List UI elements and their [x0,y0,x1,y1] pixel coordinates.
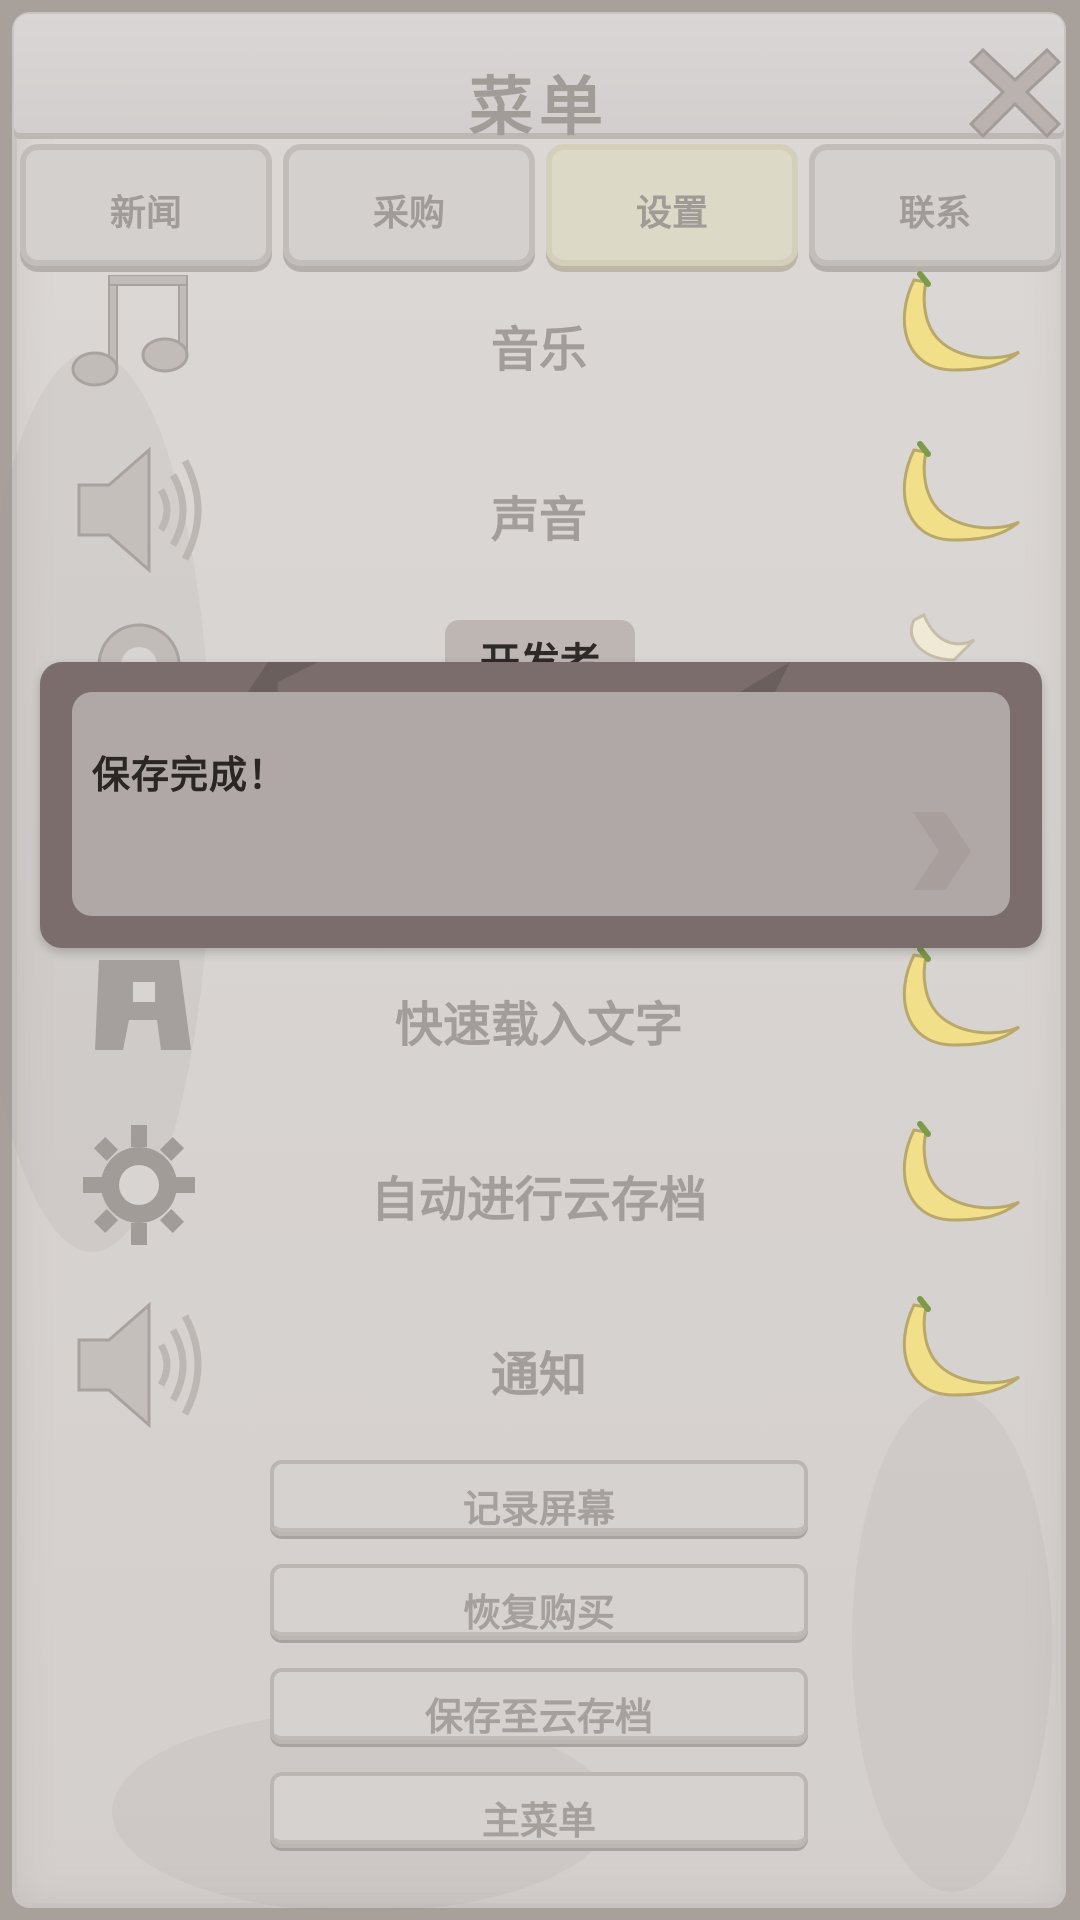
setting-row-quick-text: 快速载入文字 [14,945,1064,1095]
tab-label: 联系 [898,193,971,234]
stone-texture [852,1392,1052,1892]
setting-row-sound: 声音 [14,440,1064,590]
toast-body [72,692,1010,916]
banana-toggle-icon[interactable] [884,270,1024,410]
tab-label: 设置 [635,193,708,234]
tab-bar: 新闻 采购 设置 联系 [14,144,1064,274]
button-label: 保存至云存档 [424,1695,653,1739]
setting-row-auto-cloud: 自动进行云存档 [14,1120,1064,1270]
save-cloud-button[interactable]: 保存至云存档 [270,1668,808,1744]
restore-purchase-button[interactable]: 恢复购买 [270,1564,808,1640]
tab-settings[interactable]: 设置 [546,144,798,266]
button-label: 主菜单 [481,1799,596,1843]
main-menu-button[interactable]: 主菜单 [270,1772,808,1848]
button-label: 恢复购买 [462,1591,615,1635]
chevron-right-icon[interactable] [905,808,975,894]
tab-contact[interactable]: 联系 [809,144,1061,266]
tab-purchase[interactable]: 采购 [283,144,535,266]
banana-toggle-icon[interactable] [884,440,1024,580]
banana-toggle-icon[interactable] [884,1295,1024,1435]
banana-toggle-icon[interactable] [884,1120,1024,1260]
close-x-icon[interactable] [968,46,1062,139]
setting-row-music: 音乐 [14,270,1064,420]
tab-news[interactable]: 新闻 [20,144,272,266]
record-screen-button[interactable]: 记录屏幕 [270,1460,808,1536]
page-title: 菜单 [469,71,609,145]
menu-header: 菜单 [14,14,1064,145]
banana-toggle-icon[interactable] [884,945,1024,1085]
tab-label: 新闻 [109,193,182,234]
setting-row-notify: 通知 [14,1295,1064,1445]
save-toast[interactable]: 保存完成！ [40,662,1042,948]
button-label: 记录屏幕 [462,1487,615,1531]
tab-label: 采购 [372,193,445,234]
menu-screen: 菜单 新闻 采购 设置 联系 音乐 声音 快速载入文字 自动进行云存档 通知 记… [0,0,1080,1920]
toast-message: 保存完成！ [92,753,288,797]
